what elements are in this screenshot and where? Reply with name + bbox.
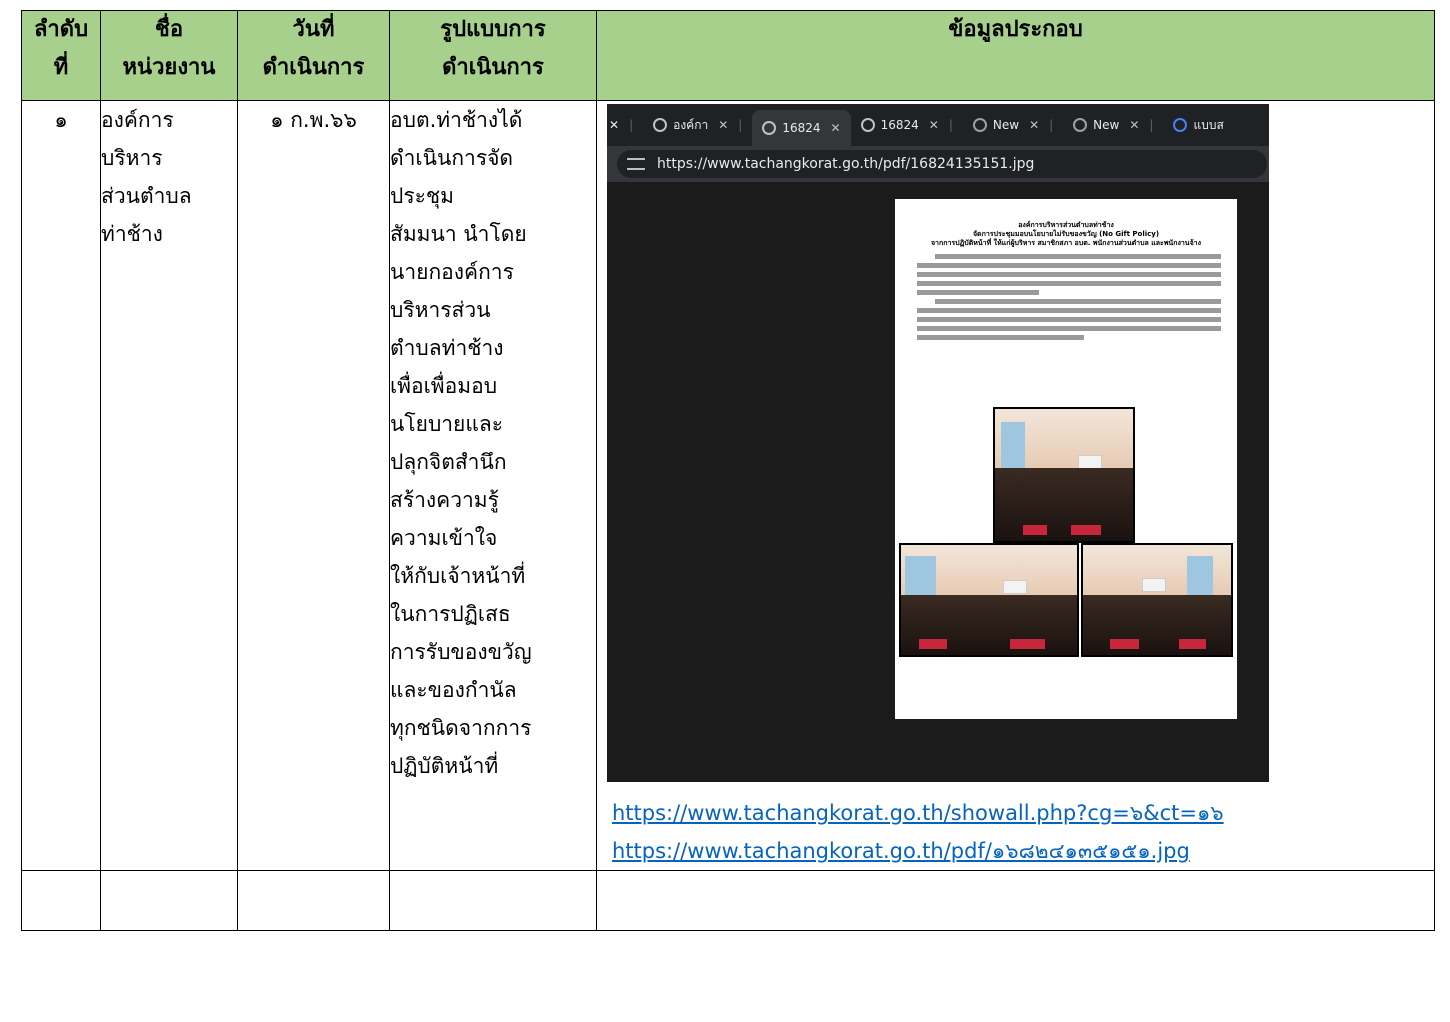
description-line: ปลุกจิตสำนึก (390, 450, 507, 474)
row-description: อบต.ท่าช้างได้ ดำเนินการจัด ประชุม สัมมน… (389, 100, 597, 871)
close-icon[interactable]: ✕ (1129, 106, 1139, 144)
url-text: https://www.tachangkorat.go.th/pdf/16824… (657, 156, 1035, 172)
tab-label: 16824 (782, 121, 821, 135)
description-line: การรับของขวัญ (390, 640, 532, 664)
description-line: ปฏิบัติหน้าที่ (390, 754, 499, 778)
empty-cell (389, 870, 597, 931)
google-icon (1173, 118, 1188, 132)
reference-link[interactable]: https://www.tachangkorat.go.th/pdf/๑๖๘๒๔… (612, 832, 1434, 870)
description-line: ให้กับเจ้าหน้าที่ (390, 564, 526, 588)
table-row-empty (21, 870, 1435, 931)
header-order-line2: ที่ (53, 55, 69, 80)
close-icon[interactable]: ✕ (718, 106, 728, 144)
agency-line: บริหาร (101, 146, 163, 170)
browser-tab-strip: ✕ | องค์กา ✕ | 16824 ✕ 16824 ✕ | New ✕ |… (607, 104, 1269, 146)
close-icon[interactable]: ✕ (831, 109, 841, 147)
header-order: ลำดับ ที่ (21, 10, 101, 101)
agency-line: ส่วนตำบล (101, 184, 192, 208)
header-date-line1: วันที่ (292, 17, 335, 42)
header-agency-line2: หน่วยงาน (122, 55, 216, 80)
header-format: รูปแบบการ ดำเนินการ (389, 10, 597, 101)
empty-cell (100, 870, 238, 931)
header-agency: ชื่อ หน่วยงาน (100, 10, 238, 101)
table-row: ๑ องค์การ บริหาร ส่วนตำบล ท่าช้าง ๑ ก.พ.… (21, 100, 1435, 871)
browser-tab[interactable]: 16824 ✕ | (851, 110, 963, 140)
browser-tab[interactable]: องค์กา ✕ | (643, 110, 752, 140)
empty-cell (21, 870, 101, 931)
header-date: วันที่ ดำเนินการ (237, 10, 390, 101)
header-format-line1: รูปแบบการ (440, 17, 546, 42)
browser-tab[interactable]: ✕ | (607, 110, 643, 140)
row-agency: องค์การ บริหาร ส่วนตำบล ท่าช้าง (100, 100, 238, 871)
document-page: องค์การบริหารส่วนตำบลท่าช้าง จัดการประชุ… (895, 199, 1237, 719)
description-line: นายกองค์การ (390, 260, 514, 284)
description-line: ดำเนินการจัด (390, 146, 514, 170)
meeting-photo (899, 543, 1079, 657)
report-table: ลำดับ ที่ ชื่อ หน่วยงาน วันที่ ดำเนินการ… (21, 10, 1435, 931)
close-icon[interactable]: ✕ (929, 106, 939, 144)
globe-icon (653, 118, 668, 132)
globe-icon (860, 118, 875, 132)
reference-link[interactable]: https://www.tachangkorat.go.th/showall.p… (612, 794, 1434, 832)
empty-cell (596, 870, 1435, 931)
empty-cell (237, 870, 390, 931)
document-title-line: จัดการประชุมมอบนโยบายไม่รับของขวัญ (No G… (972, 230, 1160, 238)
tab-label: องค์กา (673, 118, 709, 132)
meeting-photo (993, 407, 1135, 543)
description-line: ความเข้าใจ (390, 526, 498, 550)
globe-icon (762, 121, 777, 135)
close-icon[interactable]: ✕ (1029, 106, 1039, 144)
description-line: และของกำนัล (390, 678, 517, 702)
close-icon[interactable]: ✕ (609, 106, 619, 144)
description-line: บริหารส่วน (390, 298, 491, 322)
header-info-line1: ข้อมูลประกอบ (948, 17, 1083, 42)
document-title-line: องค์การบริหารส่วนตำบลท่าช้าง (1018, 221, 1114, 229)
document-title-line: จากการปฏิบัติหน้าที่ ให้แก่ผู้บริหาร สมา… (930, 239, 1202, 247)
tab-label: New (1093, 118, 1120, 132)
tab-label: แบบส (1193, 118, 1224, 132)
description-line: อบต.ท่าช้างได้ (390, 108, 523, 132)
description-line: สัมมนา นำโดย (390, 222, 527, 246)
chrome-icon (1073, 118, 1088, 132)
description-line: ประชุม (390, 184, 454, 208)
tab-label: New (992, 118, 1020, 132)
browser-tab-active[interactable]: 16824 ✕ (752, 109, 851, 147)
browser-tab[interactable]: New ✕ | (963, 110, 1063, 140)
meeting-photo (1081, 543, 1233, 657)
browser-tab[interactable]: แบบส (1163, 110, 1233, 140)
agency-line: องค์การ (101, 108, 174, 132)
description-line: นโยบายและ (390, 412, 504, 436)
reference-links: https://www.tachangkorat.go.th/showall.p… (612, 794, 1434, 870)
header-date-line2: ดำเนินการ (262, 55, 365, 80)
header-info: ข้อมูลประกอบ (596, 10, 1435, 101)
description-line: ตำบลท่าช้าง (390, 336, 504, 360)
chrome-icon (972, 118, 987, 132)
header-order-line1: ลำดับ (33, 17, 89, 42)
tab-label: 16824 (880, 118, 919, 132)
description-line: สร้างความรู้ (390, 488, 499, 512)
document-title: องค์การบริหารส่วนตำบลท่าช้าง จัดการประชุ… (895, 221, 1237, 248)
document-body-text (917, 254, 1221, 340)
url-field[interactable]: https://www.tachangkorat.go.th/pdf/16824… (617, 150, 1267, 178)
header-format-line2: ดำเนินการ (442, 55, 544, 80)
description-line: เพื่อเพื่อมอบ (390, 374, 498, 398)
row-number: ๑ (21, 100, 101, 871)
row-info: ✕ | องค์กา ✕ | 16824 ✕ 16824 ✕ | New ✕ |… (596, 100, 1435, 871)
header-agency-line1: ชื่อ (154, 17, 184, 42)
address-bar: https://www.tachangkorat.go.th/pdf/16824… (607, 146, 1269, 182)
image-viewer: องค์การบริหารส่วนตำบลท่าช้าง จัดการประชุ… (607, 182, 1269, 782)
header-row: ลำดับ ที่ ชื่อ หน่วยงาน วันที่ ดำเนินการ… (21, 10, 1435, 101)
browser-tab[interactable]: New ✕ | (1063, 110, 1163, 140)
description-line: ในการปฏิเสธ (390, 602, 511, 626)
site-settings-icon[interactable] (627, 158, 645, 170)
description-line: ทุกชนิดจากการ (390, 716, 532, 740)
agency-line: ท่าช้าง (101, 222, 163, 246)
browser-screenshot: ✕ | องค์กา ✕ | 16824 ✕ 16824 ✕ | New ✕ |… (607, 104, 1269, 782)
row-date: ๑ ก.พ.๖๖ (237, 100, 390, 871)
